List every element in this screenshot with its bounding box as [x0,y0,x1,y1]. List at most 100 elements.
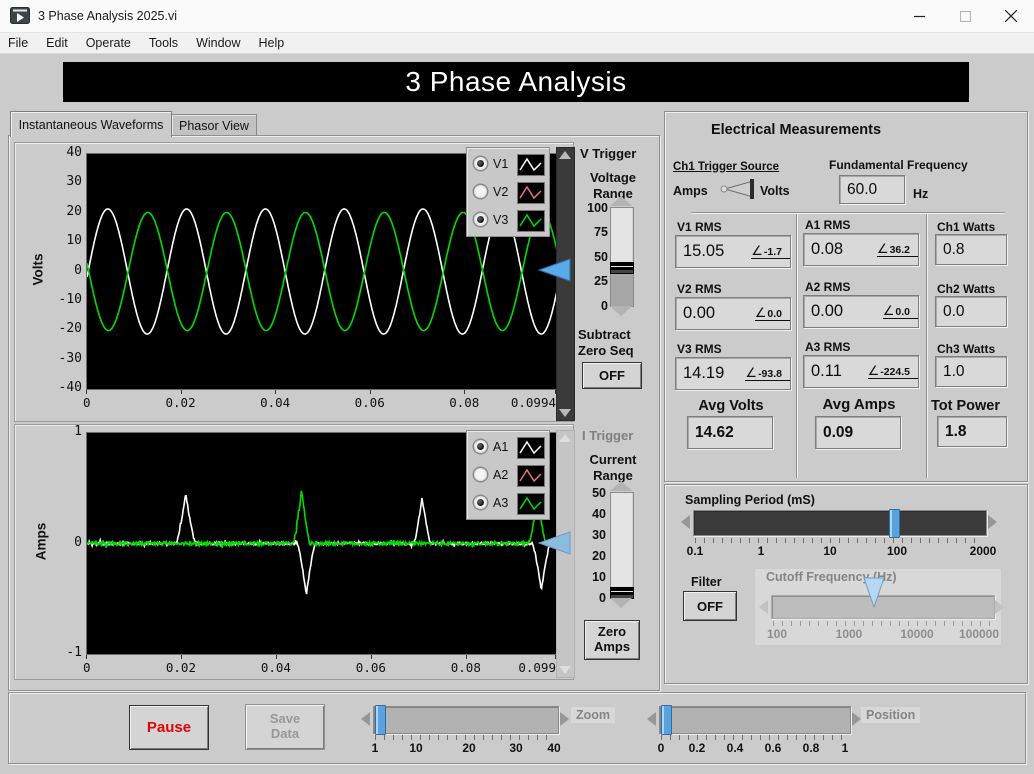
voltage-range-handle[interactable] [610,262,634,274]
voltage-range-slider[interactable] [610,207,634,307]
legend-row-v3: V3 [467,207,549,233]
cutoff-decrement-icon[interactable] [759,600,768,614]
scroll-down-icon[interactable] [559,409,571,417]
menu-operate[interactable]: Operate [77,34,140,52]
ch3-watts-value: 1.0 [943,362,965,380]
legend-radio-v3[interactable] [474,213,487,226]
scale-100: 100 [587,201,608,215]
labview-front-panel: 3 Phase Analysis 2025.vi File Edit Opera… [0,0,1034,774]
cutoff-pointer[interactable] [863,577,885,609]
sampling-increment-icon[interactable] [988,515,997,529]
menu-help[interactable]: Help [250,34,294,52]
a1-angle-value: 36.2 [889,243,910,256]
a3-line-icon[interactable] [517,493,545,515]
zoom-slider[interactable] [373,706,559,734]
voltage-range-increment[interactable] [610,196,632,206]
y-tick-label: -30 [58,350,82,366]
zoom-increment-icon[interactable] [560,712,569,726]
a3-rms-display: 0.11 ∠ -224.5 [803,355,919,388]
menu-file[interactable]: File [0,34,37,52]
current-range-slider[interactable] [610,492,634,599]
voltage-range-decrement[interactable] [610,306,632,316]
menu-edit[interactable]: Edit [37,34,77,52]
v-trigger-level-arrow[interactable] [536,256,572,284]
i-trigger-level-arrow[interactable] [536,529,572,557]
ch3-watts-label: Ch3 Watts [937,342,996,356]
a2-rms-label: A2 RMS [805,280,851,294]
minimize-button[interactable] [896,0,942,32]
legend-radio-v1[interactable] [474,157,487,170]
tab-instantaneous-waveforms[interactable]: Instantaneous Waveforms [10,111,172,137]
volts-graph-scrollbar[interactable] [556,147,575,421]
sampling-decrement-icon[interactable] [681,515,690,529]
v1-angle-value: -1.7 [763,245,782,258]
amps-label: Amps [593,639,631,654]
menu-window[interactable]: Window [187,34,249,52]
legend-radio-a1[interactable] [474,440,487,453]
subtract-zero-seq-button[interactable]: OFF [582,362,642,389]
position-decrement-icon[interactable] [647,712,656,726]
scroll-up-icon[interactable] [559,151,571,159]
v3-line-icon[interactable] [517,210,545,232]
legend-radio-a3[interactable] [474,496,487,509]
sampling-period-label: Sampling Period (mS) [685,493,815,507]
x-tick-mark [86,390,87,394]
column-divider-1 [796,214,798,478]
save-label-2: Data [270,726,300,741]
sampling-tick-2000: 2000 [969,544,997,558]
electrical-measurements-panel: Electrical Measurements Ch1 Trigger Sour… [664,111,1028,482]
legend-label-a3: A3 [493,496,509,510]
menu-tools[interactable]: Tools [140,34,187,52]
position-tick-0.8: 0.8 [802,741,820,755]
v1-line-icon[interactable] [517,154,545,176]
column-divider-2 [926,214,928,478]
sampling-period-handle[interactable] [889,509,900,538]
cutoff-scale-ticks [773,621,991,626]
position-slider[interactable] [659,706,851,734]
pause-button[interactable]: Pause [129,705,209,750]
v1-rms-value: 15.05 [683,242,725,260]
legend-label-a1: A1 [493,440,509,454]
scroll-down-icon[interactable] [559,666,571,674]
v2-line-icon[interactable] [517,182,545,204]
maximize-icon [959,10,971,22]
ch2-watts-display: 0.0 [935,296,1007,327]
amps-legend: A1 A2 A3 [466,430,550,520]
filter-button[interactable]: OFF [683,591,737,621]
x-tick-label: 0.099 [518,660,556,675]
current-range-increment[interactable] [610,481,632,491]
cutoff-increment-icon[interactable] [995,600,1004,614]
scale-0: 0 [599,591,606,605]
legend-radio-a2[interactable] [474,468,487,481]
x-tick-mark [180,655,182,659]
scroll-up-icon[interactable] [559,434,571,442]
zero-amps-button[interactable]: Zero Amps [584,620,640,660]
maximize-button[interactable] [942,0,988,32]
tab-phasor-view[interactable]: Phasor View [171,114,257,137]
a2-line-icon[interactable] [517,465,545,487]
zoom-tick-30: 30 [509,741,523,755]
ch2-watts-label: Ch2 Watts [937,282,996,296]
a1-line-icon[interactable] [517,437,545,459]
v3-rms-value: 14.19 [683,364,725,382]
y-tick-label: 10 [66,233,82,249]
position-tick-0.6: 0.6 [764,741,782,755]
position-increment-icon[interactable] [852,712,861,726]
scale-25: 25 [594,274,608,288]
avg-volts-display: 14.62 [687,416,773,449]
scale-30: 30 [592,528,606,542]
legend-radio-v2[interactable] [474,185,487,198]
avg-volts-value: 14.62 [695,423,734,441]
trigger-source-switch[interactable] [717,178,759,200]
close-button[interactable] [988,0,1034,32]
save-data-button[interactable]: Save Data [245,704,325,750]
position-handle[interactable] [661,705,672,735]
a2-angle-value: 0.0 [895,305,910,318]
current-range-decrement[interactable] [610,598,632,608]
zoom-tick-20: 20 [462,741,476,755]
y-tick-label: 40 [66,145,82,160]
y-tick-label: -1 [66,645,82,660]
sampling-period-slider[interactable] [693,510,987,536]
zoom-decrement-icon[interactable] [361,712,370,726]
zoom-handle[interactable] [375,705,386,735]
